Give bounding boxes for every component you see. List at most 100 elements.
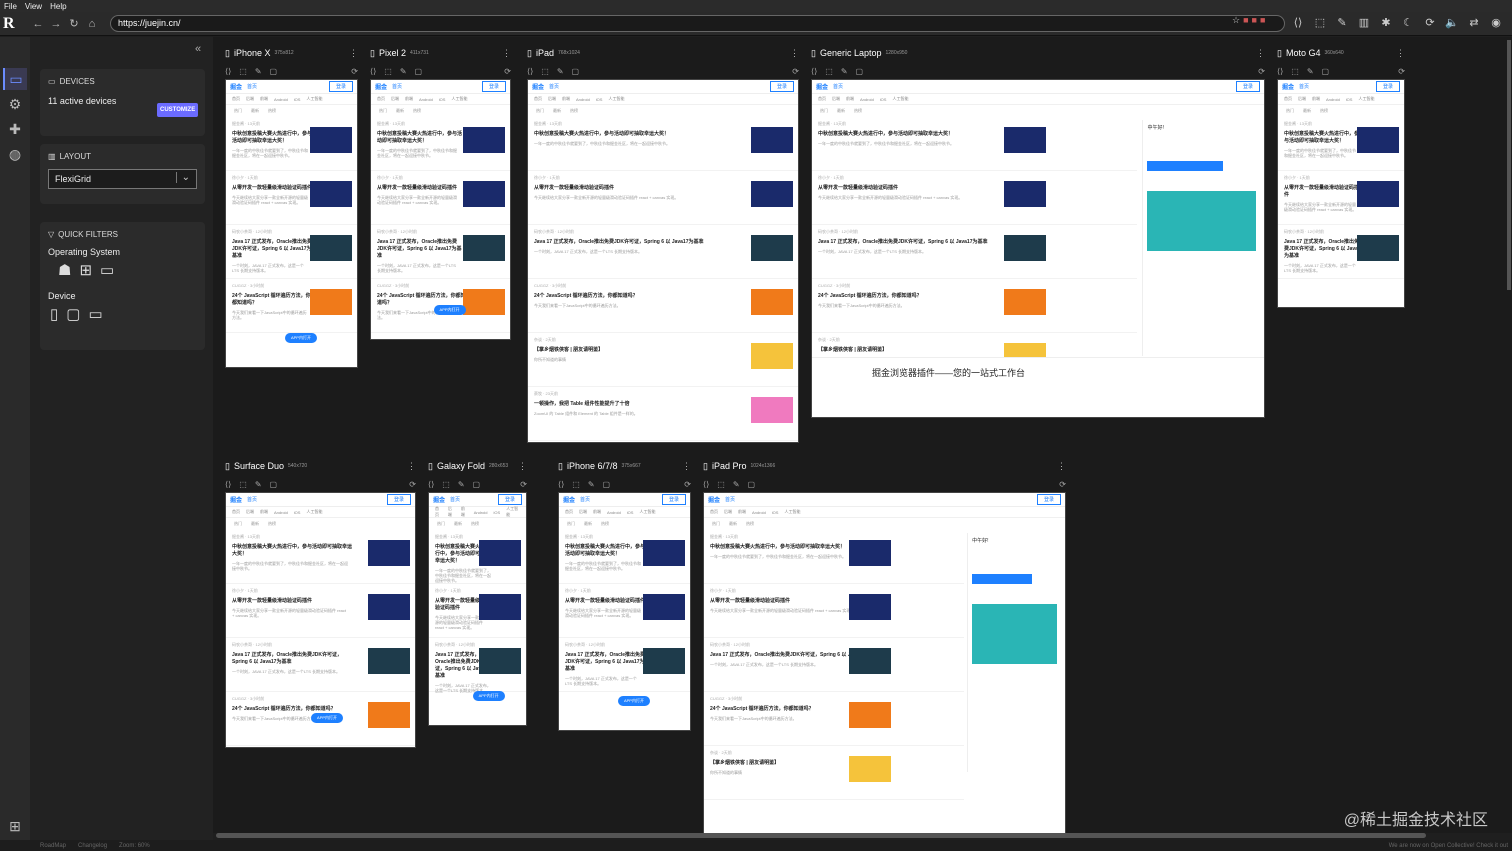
login-button[interactable]: 登录 — [1235, 81, 1260, 92]
more-icon[interactable]: ⋮ — [502, 48, 511, 59]
login-button[interactable]: 登录 — [1375, 81, 1400, 92]
article-title[interactable]: 中秋创意投稿大赛火热进行中，参与活动即可抽取幸运大奖！ — [1284, 131, 1364, 145]
article-title[interactable]: 中秋创意投稿大赛火热进行中，参与活动即可抽取幸运大奖！ — [534, 131, 715, 138]
eyedropper-icon[interactable]: ✎ — [400, 67, 407, 76]
edit-icon[interactable]: ▢ — [748, 480, 756, 489]
eyedropper-icon[interactable]: ✎ — [841, 67, 848, 76]
nav-item[interactable]: 人工智能 — [306, 509, 322, 515]
eyedropper-icon[interactable]: ✎ — [588, 480, 595, 489]
phone-icon[interactable]: ▯ — [50, 305, 58, 323]
nav-item[interactable]: 前端 — [593, 509, 601, 515]
site-logo[interactable]: 掘金 — [375, 82, 387, 91]
article-thumbnail[interactable] — [849, 594, 892, 620]
article-thumbnail[interactable] — [463, 181, 505, 207]
list-item[interactable]: 码农小茶哥 · 12小时前 Java 17 正式发布，Oracle推出免费JDK… — [371, 225, 510, 279]
list-item[interactable]: 掘金酱 · 13天前 中秋创意投稿大赛火热进行中，参与活动即可抽取幸运大奖！ 一… — [704, 530, 964, 584]
list-item[interactable]: CUGGZ · 3小时前 24个 JavaScript 循环遍历方法，你都知道吗… — [812, 279, 1138, 333]
screenshot-icon[interactable]: ⬚ — [825, 67, 833, 76]
list-item[interactable]: 码农小茶哥 · 12小时前 Java 17 正式发布，Oracle推出免费JDK… — [704, 638, 964, 692]
article-title[interactable]: 中秋创意投稿大赛火热进行中，参与活动即可抽取幸运大奖！ — [565, 544, 648, 558]
more-icon[interactable]: ⋮ — [349, 48, 358, 59]
sub-tab[interactable]: 热门 — [234, 521, 242, 527]
nav-item[interactable]: 前端 — [738, 509, 746, 515]
code-icon[interactable]: ⟨⟩ — [703, 480, 709, 489]
nav-item[interactable]: iOS — [627, 510, 634, 515]
sub-tab[interactable]: 最新 — [251, 521, 259, 527]
site-logo[interactable]: 掘金 — [230, 495, 242, 504]
nav-item[interactable]: iOS — [596, 97, 603, 102]
list-item[interactable]: 杂谈 · 2天前 【掌乡烟铁侠客 | 朋友请明鉴】 你所不知道的事情 — [704, 746, 964, 800]
article-title[interactable]: 一顿操作，我把 Table 组件性能提升了十倍 — [534, 401, 715, 408]
globe-icon[interactable]: ◍ — [3, 143, 27, 165]
nav-item[interactable]: 后端 — [724, 509, 732, 515]
more-icon[interactable]: ⋮ — [790, 48, 799, 59]
nav-item[interactable]: 前端 — [1312, 96, 1320, 102]
nav-item[interactable]: 人工智能 — [639, 509, 655, 515]
edit-icon[interactable]: ▢ — [473, 480, 481, 489]
article-thumbnail[interactable] — [479, 594, 521, 620]
home-link[interactable]: 首页 — [450, 496, 460, 503]
nav-item[interactable]: iOS — [439, 97, 446, 102]
nav-item[interactable]: 前端 — [846, 96, 854, 102]
article-title[interactable]: 从零开发一款轻量级滑动验证码插件 — [377, 185, 466, 192]
nav-item[interactable]: Android — [860, 97, 874, 102]
login-button[interactable]: 登录 — [769, 81, 794, 92]
nav-item[interactable]: 人工智能 — [451, 96, 467, 102]
article-title[interactable]: 24个 JavaScript 循环遍历方法，你都知道吗？ — [534, 293, 715, 300]
nav-item[interactable]: Android — [274, 97, 288, 102]
device-screen[interactable]: 掘金 首页 登录 首页 后端 前端 Android iOS 人工智能 热门 最新 热榜 掘金酱… — [1277, 79, 1405, 308]
horizontal-scrollbar[interactable] — [216, 833, 1426, 838]
reload-icon[interactable]: ↻ — [65, 15, 83, 33]
list-item[interactable]: 码农小茶哥 · 12小时前 Java 17 正式发布，Oracle推出免费JDK… — [429, 638, 526, 693]
nav-item[interactable]: 前端 — [260, 509, 268, 515]
article-title[interactable]: 从零开发一款轻量级滑动验证码插件 — [232, 598, 356, 605]
more-icon[interactable]: ⋮ — [682, 461, 691, 472]
gift-icon[interactable]: ⊞ — [3, 815, 27, 837]
list-item[interactable]: 码农小茶哥 · 12小时前 Java 17 正式发布，Oracle推出免费JDK… — [528, 225, 798, 279]
home-link[interactable]: 首页 — [580, 496, 590, 503]
article-title[interactable]: 【掌乡烟铁侠客 | 朋友请明鉴】 — [534, 347, 715, 354]
nav-item[interactable]: 首页 — [232, 509, 240, 515]
article-thumbnail[interactable] — [368, 702, 410, 728]
article-thumbnail[interactable] — [1004, 289, 1047, 315]
nav-item[interactable]: 人工智能 — [1358, 96, 1374, 102]
nav-item[interactable]: iOS — [1346, 97, 1353, 102]
article-title[interactable]: Java 17 正式发布，Oracle推出免费JDK许可证，Spring 6 以… — [232, 239, 315, 260]
site-logo[interactable]: 掘金 — [532, 82, 544, 91]
edit-icon[interactable]: ▢ — [603, 480, 611, 489]
sub-tab[interactable]: 热榜 — [268, 521, 276, 527]
rotate-icon[interactable]: ⟳ — [1422, 15, 1438, 31]
rotate-icon[interactable]: ⟳ — [1258, 67, 1265, 76]
list-item[interactable]: 蔡牧 · 23天前 一顿操作，我把 Table 组件性能提升了十倍 ZoomUI… — [528, 387, 798, 441]
home-link[interactable]: 首页 — [549, 83, 559, 90]
android-icon[interactable]: ☗ — [58, 261, 71, 279]
more-icon[interactable]: ⋮ — [1396, 48, 1405, 59]
sub-tab[interactable]: 热门 — [712, 521, 720, 527]
rotate-icon[interactable]: ⟳ — [1398, 67, 1405, 76]
nav-item[interactable]: 首页 — [565, 509, 573, 515]
sub-tab[interactable]: 热榜 — [601, 521, 609, 527]
home-link[interactable]: 首页 — [247, 496, 257, 503]
more-icon[interactable]: ⋮ — [518, 461, 527, 472]
extension-icon[interactable]: ■ — [1260, 15, 1265, 26]
open-app-button[interactable]: APP内打开 — [311, 713, 344, 723]
device-screen[interactable]: 掘金 首页 登录 首页 后端 前端 Android iOS 人工智能 热门 最新 热榜 掘金酱… — [558, 492, 691, 731]
article-title[interactable]: 24个 JavaScript 循环遍历方法，你都知道吗？ — [232, 706, 356, 713]
sub-tab[interactable]: 热榜 — [1320, 108, 1328, 114]
sub-tab[interactable]: 热门 — [820, 108, 828, 114]
home-link[interactable]: 首页 — [1299, 83, 1309, 90]
collapse-sidebar-icon[interactable]: « — [195, 43, 201, 55]
tablet-icon[interactable]: ▢ — [66, 305, 80, 323]
site-logo[interactable]: 掘金 — [816, 82, 828, 91]
list-item[interactable]: 掘金酱 · 13天前 中秋创意投稿大赛火热进行中，参与活动即可抽取幸运大奖！ 一… — [1278, 117, 1404, 171]
list-item[interactable]: 徐小夕 · 1天前 从零开发一款轻量级滑动验证码插件 今天继续给大家分享一款全新… — [704, 584, 964, 638]
url-input[interactable]: https://juejin.cn/ — [110, 15, 1285, 32]
nav-item[interactable]: iOS — [772, 510, 779, 515]
sub-tab[interactable]: 热榜 — [471, 521, 479, 527]
list-item[interactable]: 掘金酱 · 13天前 中秋创意投稿大赛火热进行中，参与活动即可抽取幸运大奖！ 一… — [559, 530, 690, 584]
nav-item[interactable]: 后端 — [1298, 96, 1306, 102]
article-thumbnail[interactable] — [751, 127, 793, 153]
nav-item[interactable]: 人工智能 — [892, 96, 908, 102]
list-item[interactable]: 掘金酱 · 13天前 中秋创意投稿大赛火热进行中，参与活动即可抽取幸运大奖！ 一… — [429, 530, 526, 584]
list-item[interactable]: 徐小夕 · 1天前 从零开发一款轻量级滑动验证码插件 今天继续给大家分享一款全新… — [528, 171, 798, 225]
